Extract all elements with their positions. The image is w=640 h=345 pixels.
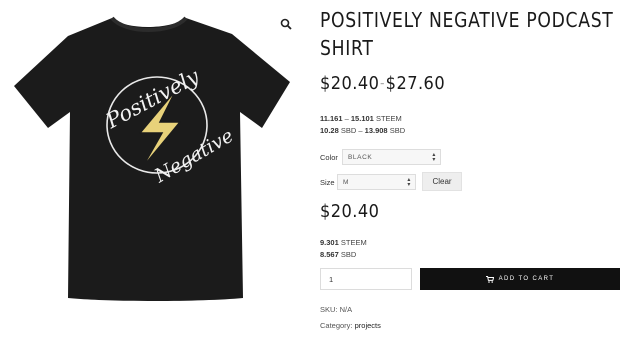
selected-price: $20.40 xyxy=(320,201,380,222)
sbd-low: 10.28 xyxy=(320,126,339,135)
price-range: $20.40–$27.60 xyxy=(320,73,445,94)
sku-line: SKU: N/A xyxy=(320,305,352,314)
sbd-unit: SBD xyxy=(389,126,406,135)
category-label: Category: xyxy=(320,321,353,330)
select-arrows-icon: ▴ ▾ xyxy=(432,152,436,163)
add-to-cart-label: ADD TO CART xyxy=(498,276,555,282)
selected-sbd-price: 8.567 SBD xyxy=(320,250,356,259)
size-value: M xyxy=(343,178,350,186)
sbd-price-range: 10.28 SBD – 13.908 SBD xyxy=(320,126,405,135)
sbd-unit-low: SBD xyxy=(340,126,357,135)
color-label: Color xyxy=(320,153,338,162)
size-select[interactable]: M ▴ ▾ xyxy=(337,174,416,190)
cart-icon xyxy=(485,275,494,283)
sku-value: N/A xyxy=(339,305,353,314)
steem-unit: STEEM xyxy=(375,114,402,123)
steem-price-range: 11.161 – 15.101 STEEM xyxy=(320,114,402,123)
magnifier-icon xyxy=(280,18,292,30)
category-link[interactable]: projects xyxy=(355,321,381,330)
clear-variations-button[interactable]: Clear xyxy=(422,172,462,191)
steem-high: 15.101 xyxy=(350,114,374,123)
steem-sep: – xyxy=(344,114,349,123)
add-to-cart-button[interactable]: ADD TO CART xyxy=(420,268,620,290)
sku-label: SKU: xyxy=(320,305,338,314)
product-summary: POSITIVELY NEGATIVE PODCAST SHIRT $20.40… xyxy=(320,0,625,345)
category-line: Category: projects xyxy=(320,321,381,330)
price-max: $27.60 xyxy=(385,73,446,94)
size-label: Size xyxy=(320,178,335,187)
product-gallery: Positively Negative xyxy=(0,0,306,345)
color-value: BLACK xyxy=(348,153,373,161)
select-arrows-icon: ▴ ▾ xyxy=(407,177,411,188)
zoom-button[interactable] xyxy=(274,12,298,36)
price-min: $20.40 xyxy=(320,73,380,94)
quantity-input[interactable]: 1 xyxy=(320,268,412,290)
steem-low: 11.161 xyxy=(320,114,343,123)
product-image[interactable]: Positively Negative xyxy=(0,0,306,345)
color-select[interactable]: BLACK ▴ ▾ xyxy=(342,149,441,165)
sbd-sep: – xyxy=(358,126,363,135)
product-title: POSITIVELY NEGATIVE PODCAST SHIRT xyxy=(320,8,614,60)
sbd-high: 13.908 xyxy=(364,126,388,135)
selected-steem-unit: STEEM xyxy=(340,238,367,247)
tshirt-shape xyxy=(14,18,290,301)
price-separator: – xyxy=(380,79,385,89)
selected-steem-price: 9.301 STEEM xyxy=(320,238,367,247)
selected-sbd-unit: SBD xyxy=(340,250,357,259)
selected-sbd-value: 8.567 xyxy=(320,250,339,259)
selected-steem-value: 9.301 xyxy=(320,238,339,247)
